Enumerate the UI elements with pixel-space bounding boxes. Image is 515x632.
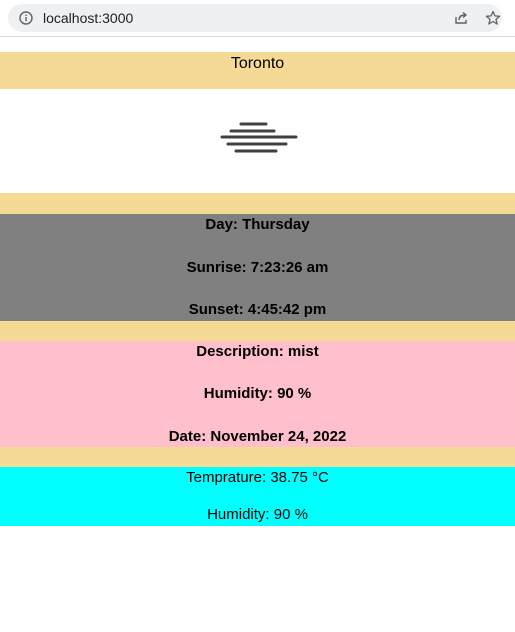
date-text: Date: November 24, 2022 bbox=[168, 428, 347, 445]
city-name: Toronto bbox=[230, 55, 285, 72]
description-text: Description: mist bbox=[196, 343, 319, 360]
url-text[interactable]: localhost:3000 bbox=[43, 10, 133, 26]
weather-page: Toronto Day: Thursday Sunrise: 7:23:26 a… bbox=[0, 37, 515, 632]
sunset-text: Sunset: 4:45:42 pm bbox=[188, 301, 327, 318]
temperature-panel: Temprature: 38.75 °C Humidity: 90 % bbox=[0, 467, 515, 526]
spacer-band bbox=[0, 321, 515, 341]
city-banner: Toronto bbox=[0, 52, 515, 89]
temperature-text: Temprature: 38.75 °C bbox=[186, 469, 329, 486]
humidity-bold-text: Humidity: 90 % bbox=[203, 385, 312, 402]
sun-info-panel: Day: Thursday Sunrise: 7:23:26 am Sunset… bbox=[0, 214, 515, 321]
spacer-band bbox=[0, 193, 515, 214]
browser-toolbar: localhost:3000 bbox=[0, 0, 515, 37]
sunrise-text: Sunrise: 7:23:26 am bbox=[186, 259, 329, 276]
description-panel: Description: mist Humidity: 90 % Date: N… bbox=[0, 341, 515, 447]
day-text: Day: Thursday bbox=[205, 216, 310, 233]
mist-icon bbox=[220, 122, 298, 153]
bookmark-star-icon[interactable] bbox=[485, 10, 501, 26]
humidity-text: Humidity: 90 % bbox=[207, 506, 308, 523]
spacer-band bbox=[0, 447, 515, 467]
share-icon[interactable] bbox=[454, 11, 468, 25]
info-icon[interactable] bbox=[19, 11, 33, 25]
weather-icon-area bbox=[0, 89, 515, 193]
address-bar[interactable]: localhost:3000 bbox=[8, 4, 502, 32]
